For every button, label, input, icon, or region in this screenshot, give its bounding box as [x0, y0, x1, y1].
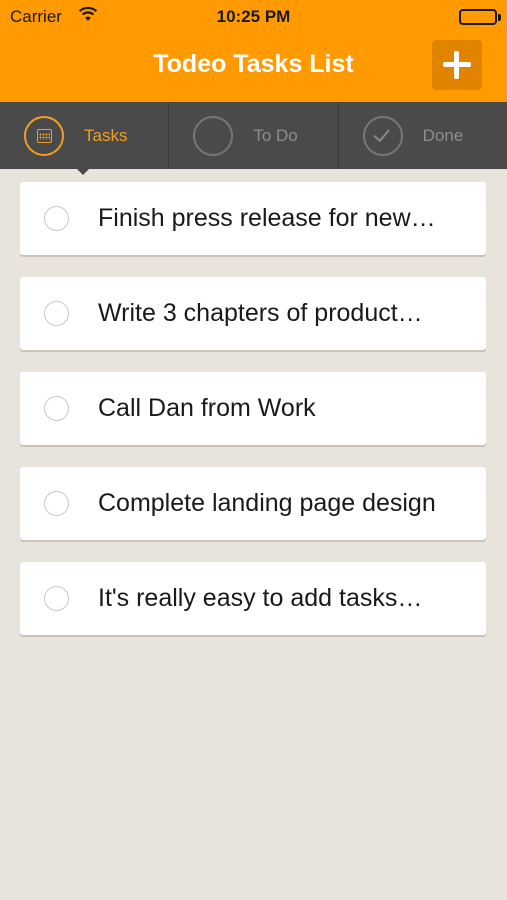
task-item[interactable]: Finish press release for new… — [20, 182, 486, 255]
add-task-button[interactable] — [432, 40, 482, 90]
task-title: It's really easy to add tasks… — [98, 584, 423, 612]
tab-todo[interactable]: To Do — [168, 102, 337, 169]
task-checkbox[interactable] — [44, 206, 69, 231]
task-item[interactable]: Write 3 chapters of product… — [20, 277, 486, 350]
tab-done[interactable]: Done — [337, 102, 507, 169]
app-header: Carrier 10:25 PM Todeo Tasks List — [0, 0, 507, 102]
tab-label: To Do — [253, 125, 298, 145]
task-item[interactable]: Call Dan from Work — [20, 372, 486, 445]
page-title: Todeo Tasks List — [153, 50, 354, 78]
tab-bar: Tasks To Do Done — [0, 102, 507, 175]
active-tab-indicator — [77, 169, 89, 175]
task-title: Write 3 chapters of product… — [98, 299, 423, 327]
tab-tasks[interactable]: Tasks — [0, 102, 168, 175]
tab-label: Tasks — [84, 125, 128, 145]
task-checkbox[interactable] — [44, 301, 69, 326]
status-time: 10:25 PM — [216, 7, 291, 26]
task-title: Complete landing page design — [98, 489, 436, 517]
task-item[interactable]: Complete landing page design — [20, 467, 486, 540]
task-title: Call Dan from Work — [98, 394, 316, 422]
status-bar: Carrier 10:25 PM — [0, 0, 507, 34]
task-title: Finish press release for new… — [98, 204, 436, 232]
task-checkbox[interactable] — [44, 396, 69, 421]
task-item[interactable]: It's really easy to add tasks… — [20, 562, 486, 635]
battery-icon — [459, 9, 501, 25]
task-checkbox[interactable] — [44, 586, 69, 611]
task-checkbox[interactable] — [44, 491, 69, 516]
tab-label: Done — [422, 125, 464, 145]
circle-icon — [193, 115, 234, 156]
checkmark-icon — [372, 124, 390, 142]
task-list: Finish press release for new… Write 3 ch… — [20, 182, 486, 657]
calendar-icon — [37, 128, 52, 143]
